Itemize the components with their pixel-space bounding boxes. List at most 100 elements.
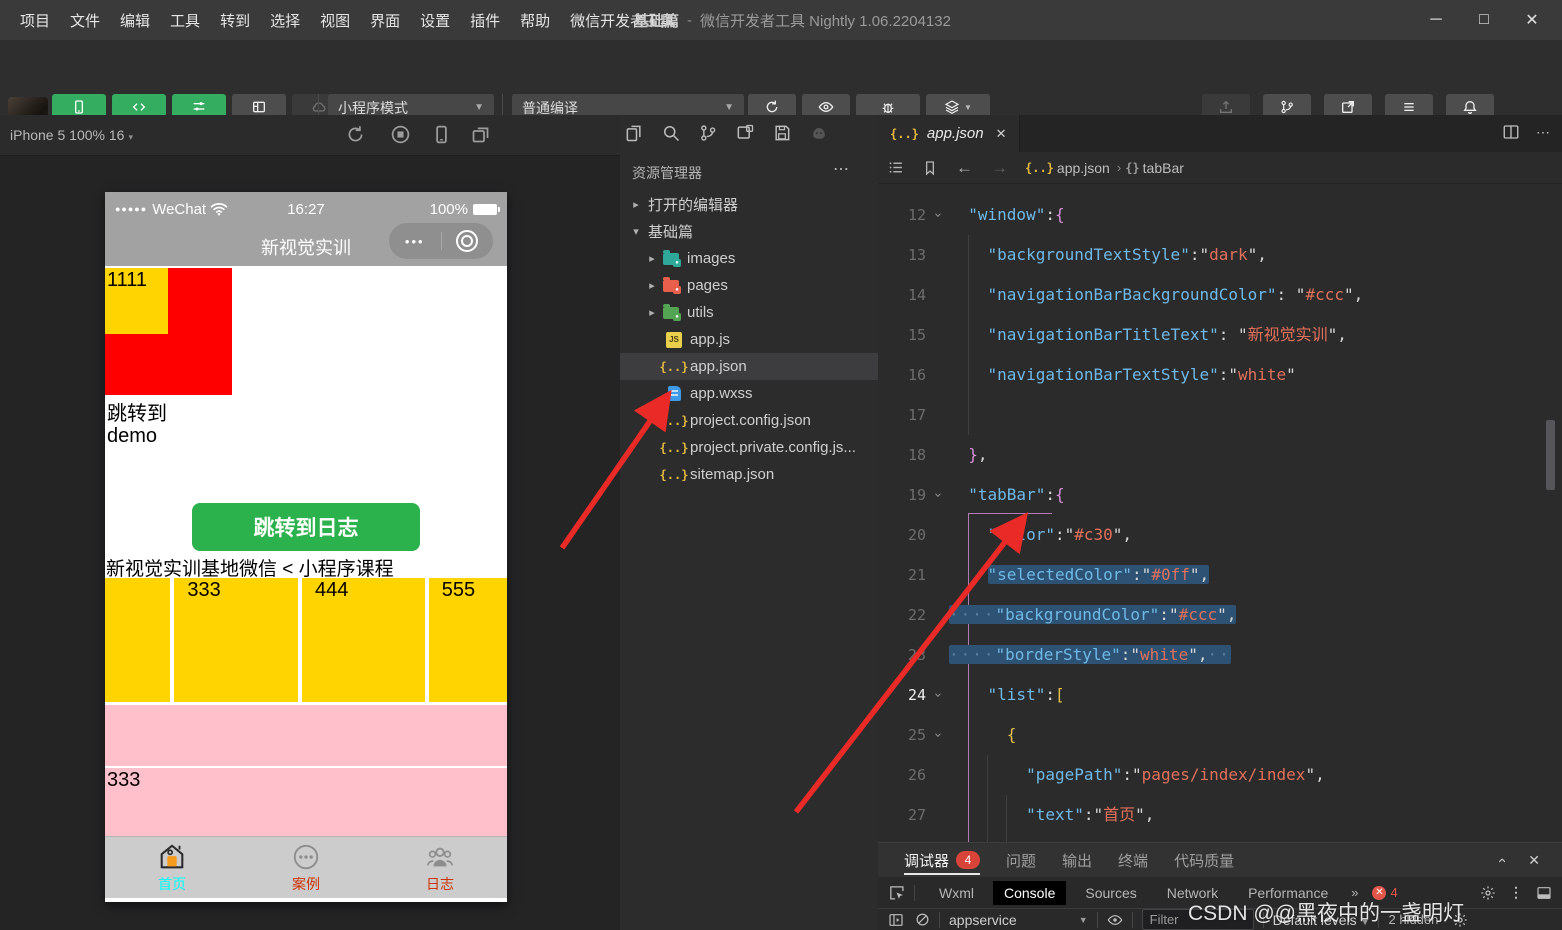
context-select[interactable]: appservice <box>949 912 1017 928</box>
source-control-icon[interactable] <box>698 123 718 143</box>
code-line-22[interactable]: 22 "selectedColor":"#0ff", <box>878 555 1562 595</box>
live-expression-icon[interactable] <box>1107 912 1123 928</box>
code-area[interactable]: 12 "], 13 › "window":{ 14 "backgroundTex… <box>878 183 1562 842</box>
breadcrumb-file[interactable]: app.json <box>1057 160 1110 176</box>
menu-5[interactable]: 选择 <box>260 10 310 31</box>
tree-item-pages[interactable]: ▸ ● pages <box>620 272 878 299</box>
tree-item-utils[interactable]: ▸ ● utils <box>620 299 878 326</box>
bookmark-icon[interactable] <box>922 160 938 176</box>
tree-item-app.wxss[interactable]: app.wxss <box>620 380 878 407</box>
yellow-block: 1111 <box>105 268 168 334</box>
editor-scrollbar[interactable] <box>1546 420 1555 490</box>
files-icon[interactable] <box>624 123 644 143</box>
jump-text-line1[interactable]: 跳转到 <box>107 397 167 426</box>
code-line-25[interactable]: 25 › "list":[ <box>878 675 1562 715</box>
menu-9[interactable]: 插件 <box>460 10 510 31</box>
device-frame-icon[interactable] <box>431 124 452 145</box>
search-icon[interactable] <box>661 123 681 143</box>
debug-tab-终端[interactable]: 终端 <box>1118 843 1148 877</box>
settings-gear-icon[interactable] <box>1480 885 1496 901</box>
code-line-24[interactable]: 24 ····"borderStyle":"white",·· <box>878 635 1562 675</box>
code-line-18[interactable]: 18 <box>878 395 1562 435</box>
exit-icon[interactable] <box>442 230 494 252</box>
pink-row-2: 333 <box>105 768 507 836</box>
tabbar-item-日志[interactable]: 日志 <box>373 837 507 898</box>
menu-0[interactable]: 项目 <box>10 10 60 31</box>
menu-10[interactable]: 帮助 <box>510 10 560 31</box>
mini-program-tabbar: 首页 案例 日志 <box>105 836 507 898</box>
multi-window-icon[interactable] <box>470 124 491 145</box>
close-tab-icon[interactable]: ✕ <box>996 126 1007 142</box>
devtools-tab-Console[interactable]: Console <box>993 881 1066 905</box>
dock-icon[interactable] <box>1536 885 1552 901</box>
close-button[interactable]: ✕ <box>1508 0 1556 40</box>
debug-tab-代码质量[interactable]: 代码质量 <box>1174 843 1234 877</box>
extensions-icon[interactable] <box>809 123 829 143</box>
device-selector[interactable]: iPhone 5 100% 16▾ <box>0 127 133 143</box>
more-icon[interactable]: ••• <box>389 234 441 249</box>
code-line-14[interactable]: 14 "backgroundTextStyle":"dark", <box>878 235 1562 275</box>
debug-tab-输出[interactable]: 输出 <box>1062 843 1092 877</box>
code-line-15[interactable]: 15 "navigationBarBackgroundColor": "#ccc… <box>878 275 1562 315</box>
tree-item-project.config.json[interactable]: {..} project.config.json <box>620 407 878 434</box>
code-line-26[interactable]: 26 › { <box>878 715 1562 755</box>
menu-6[interactable]: 视图 <box>310 10 360 31</box>
console-sidebar-icon[interactable] <box>888 912 904 928</box>
kebab-menu-icon[interactable]: ⋮ <box>1509 884 1523 901</box>
code-line-16[interactable]: 16 "navigationBarTitleText": "新视觉实训", <box>878 315 1562 355</box>
debug-tab-调试器[interactable]: 调试器4 <box>904 843 980 877</box>
debug-tab-问题[interactable]: 问题 <box>1006 843 1036 877</box>
code-line-28[interactable]: 28 "text":"首页", <box>878 795 1562 835</box>
devtools-tab-Sources[interactable]: Sources <box>1074 881 1147 905</box>
split-editor-icon[interactable] <box>1502 123 1520 141</box>
restart-icon[interactable] <box>345 124 366 145</box>
collapse-panel-icon[interactable]: › <box>1493 858 1510 863</box>
tree-section-打开的编辑器[interactable]: ▸ 打开的编辑器 <box>620 191 878 218</box>
battery-icon <box>473 204 497 215</box>
tab-app-json[interactable]: {..} app.json ✕ <box>878 115 1020 152</box>
forward-icon[interactable]: → <box>991 158 1008 178</box>
tree-item-app.json[interactable]: {..} app.json <box>620 353 878 380</box>
breadcrumb-node[interactable]: tabBar <box>1143 160 1184 176</box>
devtools-tab-Wxml[interactable]: Wxml <box>928 881 985 905</box>
menu-7[interactable]: 界面 <box>360 10 410 31</box>
code-line-21[interactable]: 21 "color":"#c30", <box>878 515 1562 555</box>
inspect-icon[interactable] <box>888 884 905 901</box>
yellow-column-2: 444 <box>302 578 425 702</box>
split-panels-icon[interactable] <box>735 123 755 143</box>
tree-item-images[interactable]: ▸ ● images <box>620 245 878 272</box>
tabbar-item-案例[interactable]: 案例 <box>239 837 373 898</box>
tree-section-基础篇[interactable]: ▾ 基础篇 <box>620 218 878 245</box>
menu-4[interactable]: 转到 <box>210 10 260 31</box>
stop-icon[interactable] <box>390 124 411 145</box>
close-panel-icon[interactable]: ✕ <box>1528 852 1540 869</box>
back-icon[interactable]: ← <box>956 158 973 178</box>
minimize-button[interactable]: ─ <box>1412 0 1460 40</box>
tree-item-app.js[interactable]: JS app.js <box>620 326 878 353</box>
tree-item-project.private.config.js...[interactable]: {..} project.private.config.js... <box>620 434 878 461</box>
more-actions-icon[interactable]: ⋯ <box>1536 124 1552 141</box>
save-icon[interactable] <box>772 123 792 143</box>
tabbar-item-首页[interactable]: 首页 <box>105 837 239 898</box>
menu-bar: 项目文件编辑工具转到选择视图界面设置插件帮助微信开发者工具 <box>0 10 685 31</box>
menu-3[interactable]: 工具 <box>160 10 210 31</box>
tree-item-sitemap.json[interactable]: {..} sitemap.json <box>620 461 878 488</box>
yellow-column-1: 333 <box>174 578 298 702</box>
menu-1[interactable]: 文件 <box>60 10 110 31</box>
clear-console-icon[interactable] <box>915 912 930 927</box>
code-line-23[interactable]: 23 ····"backgroundColor":"#ccc", <box>878 595 1562 635</box>
jump-to-logs-button[interactable]: 跳转到日志 <box>192 503 420 551</box>
maximize-button[interactable]: □ <box>1460 0 1508 40</box>
code-line-17[interactable]: 17 "navigationBarTextStyle":"white" <box>878 355 1562 395</box>
jump-text-line2[interactable]: demo <box>107 425 157 448</box>
explorer-more-icon[interactable]: ⋯ <box>833 159 850 179</box>
code-line-20[interactable]: 20 › "tabBar":{ <box>878 475 1562 515</box>
code-line-19[interactable]: 19 }, <box>878 435 1562 475</box>
code-line-13[interactable]: 13 › "window":{ <box>878 195 1562 235</box>
window-title: 基础篇 - 微信开发者工具 Nightly 1.06.2204132 <box>634 0 951 40</box>
outline-icon[interactable] <box>887 159 904 176</box>
code-line-27[interactable]: 27 "pagePath":"pages/index/index", <box>878 755 1562 795</box>
menu-2[interactable]: 编辑 <box>110 10 160 31</box>
menu-8[interactable]: 设置 <box>410 10 460 31</box>
code-line-12[interactable]: 12 "], <box>878 183 1562 195</box>
